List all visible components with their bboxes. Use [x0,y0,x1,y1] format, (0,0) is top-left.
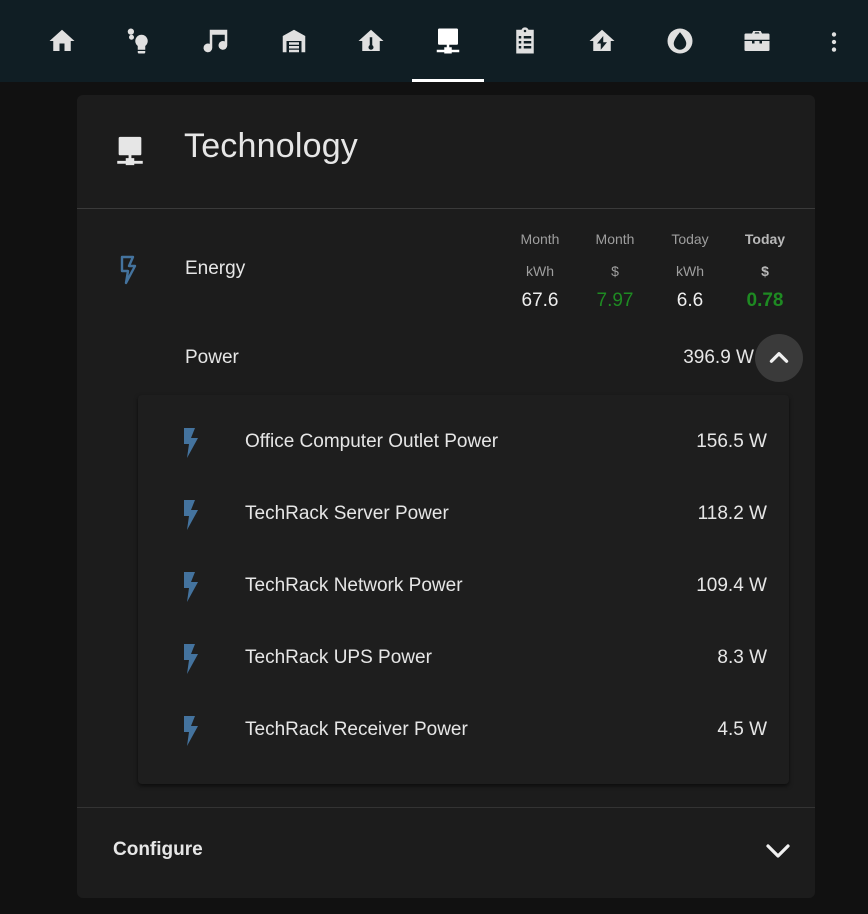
entity-row[interactable]: Office Computer Outlet Power 156.5 W [138,395,789,467]
entity-value: 8.3 W [717,647,767,668]
home-icon [49,29,75,51]
column-value: 67.6 [521,290,559,311]
clipboard-list-icon [516,27,534,54]
desktop-network-icon [117,136,143,166]
entity-value: 118.2 W [697,503,767,524]
column-value: 7.97 [596,290,634,311]
tab-tasks[interactable] [489,0,561,82]
entity-value: 156.5 W [696,431,767,452]
entity-name: Office Computer Outlet Power [245,431,499,452]
power-value: 396.9 W [683,347,754,368]
collapse-button[interactable] [755,334,803,382]
flash-icon [184,716,198,746]
configure-expander[interactable]: Configure [77,807,815,899]
music-icon [203,29,228,53]
column-unit: kWh [526,263,554,279]
entity-row[interactable]: TechRack Server Power 118.2 W [138,467,789,539]
column-unit: $ [761,263,769,279]
entity-row[interactable]: TechRack Network Power 109.4 W [138,539,789,611]
water-icon [667,28,693,54]
dots-vertical-icon [831,32,837,52]
home-thermometer-icon [358,29,384,51]
technology-card: Technology Energy Month kWh 67.6 Month $… [77,95,815,898]
column-header: Month [595,231,635,247]
card-header: Technology [77,95,815,209]
garage-icon [282,29,306,53]
chevron-down-icon [766,844,790,858]
entity-row[interactable]: TechRack Receiver Power 4.5 W [138,683,789,755]
power-entities-list: Office Computer Outlet Power 156.5 W Tec… [138,395,789,784]
entity-name: TechRack Receiver Power [245,719,468,740]
column-header: Today [671,231,709,247]
tab-garage[interactable] [258,0,330,82]
flash-outline-icon [120,255,137,285]
entity-value: 109.4 W [696,575,767,596]
flash-icon [184,428,198,458]
overflow-menu-button[interactable] [814,22,854,62]
tab-lights[interactable] [103,0,175,82]
tab-power[interactable] [566,0,638,82]
chevron-up-icon [769,352,789,363]
top-tab-bar [0,0,868,82]
entity-name: TechRack Server Power [245,503,449,524]
tab-technology[interactable] [412,0,484,82]
active-tab-indicator [412,79,484,82]
tab-climate[interactable] [335,0,407,82]
entity-name: TechRack Network Power [245,575,463,596]
tab-home[interactable] [26,0,98,82]
lightbulb-icon [127,28,148,54]
tab-tools[interactable] [721,0,793,82]
tab-music[interactable] [180,0,252,82]
home-lightning-icon [589,29,615,51]
column-value: 0.78 [746,290,784,311]
toolbox-icon [744,31,770,51]
desktop-network-icon [436,28,460,54]
column-header: Month [520,231,560,247]
card-title: Technology [184,127,359,165]
tab-water[interactable] [644,0,716,82]
entity-row[interactable]: TechRack UPS Power 8.3 W [138,611,789,683]
entity-name: TechRack UPS Power [245,647,432,668]
column-header: Today [744,231,786,247]
entity-value: 4.5 W [717,719,767,740]
power-label: Power [185,347,239,368]
column-value: 6.6 [676,290,704,311]
energy-label: Energy [185,258,246,279]
flash-icon [184,500,198,530]
column-unit: kWh [676,263,704,279]
configure-label: Configure [113,839,203,860]
flash-icon [184,572,198,602]
column-unit: $ [611,263,619,279]
flash-icon [184,644,198,674]
